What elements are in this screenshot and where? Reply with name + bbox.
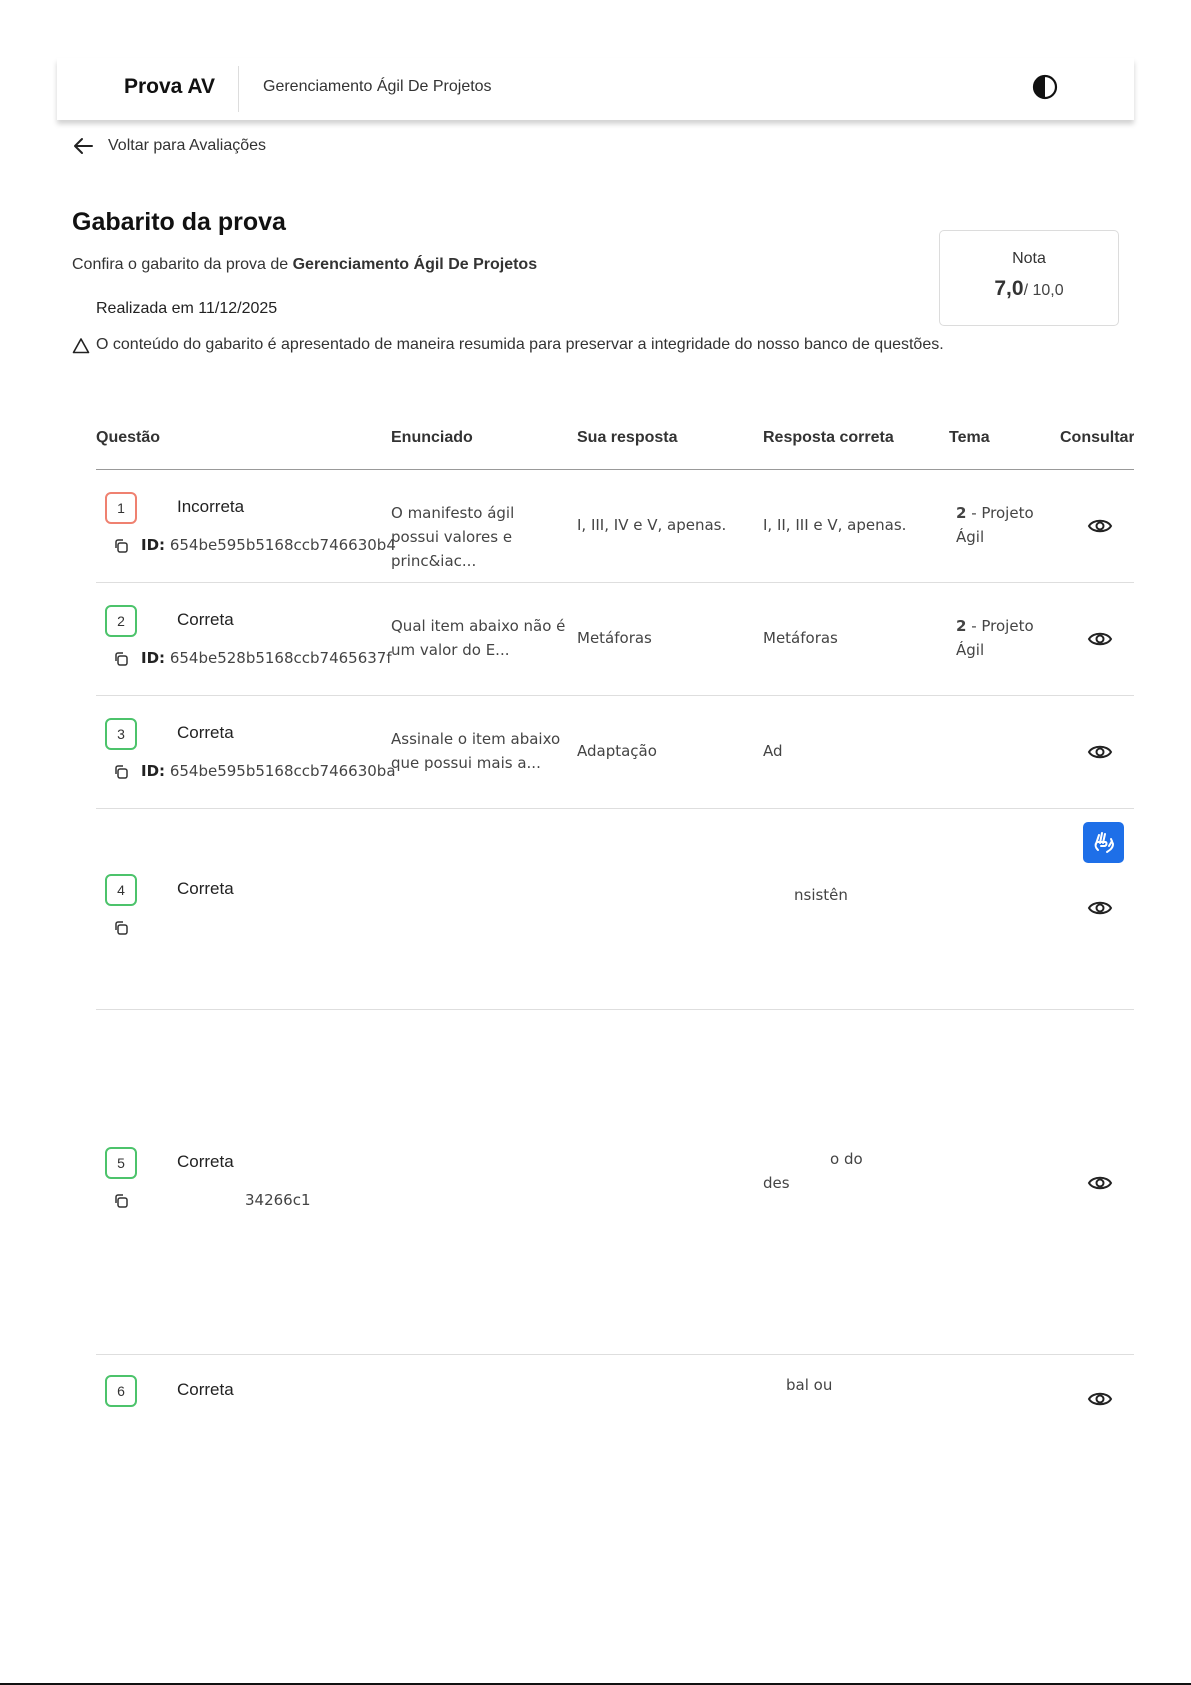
grade-label: Nota: [1012, 250, 1046, 267]
question-number: 6: [105, 1375, 137, 1407]
answer-key-table: Questão Enunciado Sua resposta Resposta …: [96, 410, 1134, 1410]
question-id: ID: 654be528b5168ccb7465637f: [141, 649, 392, 667]
warning-notice: O conteúdo do gabarito é apresentado de …: [72, 336, 944, 354]
question-status: Correta: [177, 1380, 234, 1399]
exam-date: Realizada em 11/12/2025: [96, 300, 278, 317]
question-id-value: 654be528b5168ccb7465637f: [169, 649, 392, 667]
question-number: 4: [105, 874, 137, 906]
your-answer-cell: I, III, IV e V, apenas.: [577, 516, 727, 534]
question-id-label: ID:: [141, 649, 166, 667]
libras-accessibility-button[interactable]: [1083, 822, 1124, 863]
theme-cell: 2 - Projeto Ágil: [956, 501, 1051, 549]
statement-cell: Qual item abaixo não é um valor do E...: [391, 617, 566, 659]
correct-answer-cell-line2: des: [763, 1174, 790, 1192]
table-header: Questão Enunciado Sua resposta Resposta …: [96, 410, 1134, 470]
question-status: Correta: [177, 723, 234, 742]
question-number: 5: [105, 1147, 137, 1179]
header-statement: Enunciado: [391, 429, 473, 446]
table-row: 2 Correta ID: 654be528b5168ccb7465637f Q…: [96, 583, 1134, 696]
theme-name: - Projeto Ágil: [956, 504, 1034, 546]
correct-answer-cell: nsistên: [794, 886, 848, 904]
correct-answer-cell: I, II, III e V, apenas.: [763, 516, 907, 534]
header-question: Questão: [96, 429, 161, 446]
confirm-text: Confira o gabarito da prova de Gerenciam…: [72, 256, 537, 274]
grade-max: / 10,0: [1023, 282, 1064, 299]
eye-icon[interactable]: [1087, 739, 1113, 765]
page-title: Gabarito da prova: [72, 208, 286, 236]
statement-cell: Assinale o item abaixo que possui mais a…: [391, 730, 561, 772]
header-correct-answer: Resposta correta: [763, 429, 894, 446]
correct-answer-cell: Metáforas: [763, 629, 838, 647]
question-number: 1: [105, 492, 137, 524]
table-row: 1 Incorreta ID: 654be595b5168ccb746630b4…: [96, 470, 1134, 583]
confirm-subject: Gerenciamento Ágil De Projetos: [292, 256, 538, 273]
theme-number: 2: [956, 617, 967, 635]
correct-answer-cell-line1: o do: [830, 1150, 863, 1168]
question-number: 3: [105, 718, 137, 750]
question-status: Correta: [177, 879, 234, 898]
correct-answer-cell: Ad: [763, 742, 783, 760]
warning-triangle-icon: [72, 337, 90, 353]
brand-title: Prova AV: [124, 75, 216, 98]
theme-number: 2: [956, 504, 967, 522]
question-id: ID: 654be595b5168ccb746630b4: [141, 536, 396, 554]
question-status: Correta: [177, 610, 234, 629]
eye-icon[interactable]: [1087, 895, 1113, 921]
theme-name: - Projeto Ágil: [956, 617, 1034, 659]
question-status: Correta: [177, 1152, 234, 1171]
copy-icon[interactable]: [113, 1193, 129, 1209]
table-row: 5 Correta 34266c1 o do des: [96, 1010, 1134, 1355]
eye-icon[interactable]: [1087, 626, 1113, 652]
grade-score: 7,0: [994, 277, 1024, 300]
table-row: 4 Correta nsistên: [96, 809, 1134, 1010]
your-answer-cell: Metáforas: [577, 629, 652, 647]
back-label: Voltar para Avaliações: [108, 137, 267, 154]
question-status: Incorreta: [177, 497, 245, 516]
header-your-answer: Sua resposta: [577, 429, 678, 446]
eye-icon[interactable]: [1087, 1170, 1113, 1196]
question-id-value: 654be595b5168ccb746630b4: [169, 536, 396, 554]
question-id-value: 654be595b5168ccb746630ba: [169, 762, 396, 780]
table-row: 6 Correta bal ou: [96, 1355, 1134, 1410]
eye-icon[interactable]: [1087, 1386, 1113, 1410]
eye-icon[interactable]: [1087, 513, 1113, 539]
table-row: 3 Correta ID: 654be595b5168ccb746630ba A…: [96, 696, 1134, 809]
header-subject: Gerenciamento Ágil De Projetos: [263, 78, 492, 95]
grade-card: Nota 7,0/ 10,0: [939, 230, 1119, 326]
contrast-toggle-icon[interactable]: [1032, 74, 1058, 100]
question-id-label: ID:: [141, 762, 166, 780]
question-number: 2: [105, 605, 137, 637]
your-answer-cell: Adaptação: [577, 742, 657, 760]
copy-icon[interactable]: [113, 920, 129, 936]
warning-text: O conteúdo do gabarito é apresentado de …: [96, 336, 944, 353]
copy-icon[interactable]: [113, 538, 129, 554]
copy-icon[interactable]: [113, 651, 129, 667]
header-theme: Tema: [949, 429, 990, 446]
arrow-left-icon: [74, 138, 93, 154]
question-id-label: ID:: [141, 536, 166, 554]
statement-cell: O manifesto ágil possui valores e princ&…: [391, 504, 515, 570]
header-consult: Consultar: [1060, 429, 1134, 446]
header-divider: [238, 66, 239, 112]
question-id: ID: 654be595b5168ccb746630ba: [141, 762, 396, 780]
top-bar: Prova AV Gerenciamento Ágil De Projetos: [57, 58, 1134, 120]
confirm-prefix: Confira o gabarito da prova de: [72, 256, 293, 273]
grade-value: 7,0/ 10,0: [940, 277, 1118, 301]
theme-cell: 2 - Projeto Ágil: [956, 614, 1051, 662]
correct-answer-cell: bal ou: [786, 1376, 833, 1394]
copy-icon[interactable]: [113, 764, 129, 780]
back-to-evaluations-link[interactable]: Voltar para Avaliações: [72, 136, 266, 156]
sign-language-hands-icon: [1094, 831, 1114, 853]
question-id-value: 34266c1: [245, 1191, 311, 1209]
